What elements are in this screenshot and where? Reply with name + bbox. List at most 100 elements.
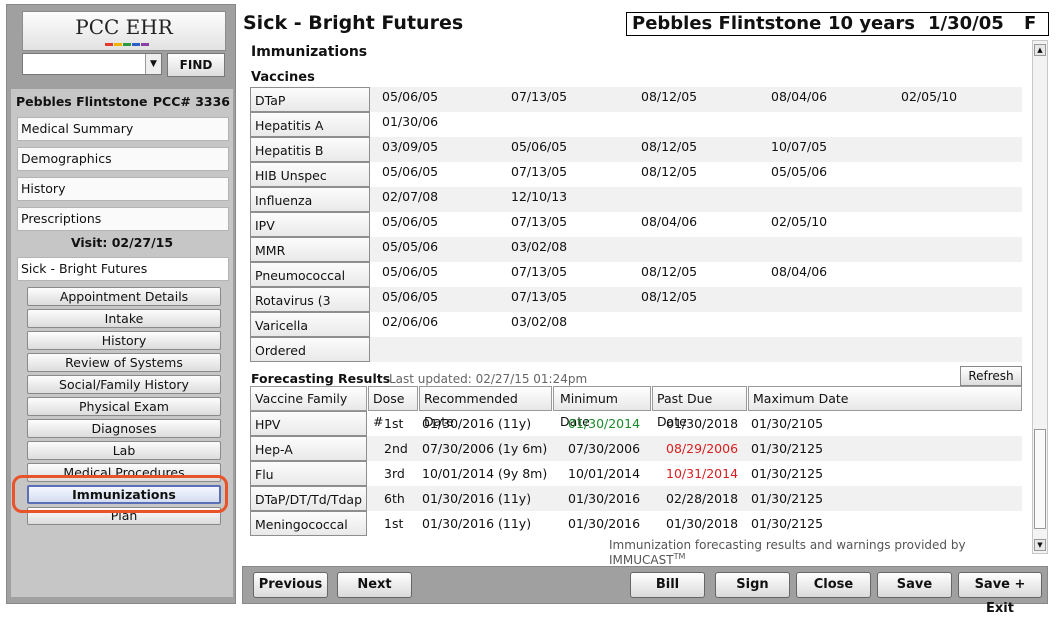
subnav-appointment-details[interactable]: Appointment Details	[27, 287, 221, 306]
vaccine-name-button[interactable]: HIB Unspec	[250, 162, 370, 187]
vaccine-name-button[interactable]: Varicella	[250, 312, 370, 337]
forecast-recommended-date: 07/30/2006 (1y 6m)	[422, 441, 548, 456]
vaccine-date[interactable]: 12/10/13	[511, 187, 567, 207]
forecast-vaccine-family-button[interactable]: DTaP/DT/Td/Tdap	[250, 486, 367, 511]
patient-pcc-number: PCC# 3336	[152, 94, 230, 109]
close-button[interactable]: Close	[796, 572, 871, 598]
vaccine-name-button[interactable]: MMR	[250, 237, 370, 262]
subnav-plan[interactable]: Plan	[27, 507, 221, 525]
vaccine-date[interactable]: 08/12/05	[641, 162, 697, 182]
vaccine-date[interactable]: 07/13/05	[511, 162, 567, 182]
vaccine-date[interactable]: 07/13/05	[511, 262, 567, 282]
dropdown-arrow-icon[interactable]: ▼	[145, 54, 161, 74]
vaccine-name-button[interactable]: Ordered	[250, 337, 370, 362]
subnav-lab[interactable]: Lab	[27, 441, 221, 460]
vaccine-date[interactable]: 07/13/05	[511, 212, 567, 232]
vaccine-date[interactable]: 05/06/05	[382, 162, 438, 182]
nav-medical-summary[interactable]: Medical Summary	[17, 117, 229, 141]
subnav-immunizations[interactable]: Immunizations	[27, 485, 221, 504]
nav-prescriptions[interactable]: Prescriptions	[17, 207, 229, 231]
nav-history[interactable]: History	[17, 177, 229, 201]
column-header-past-due-date[interactable]: Past Due Date	[652, 386, 747, 429]
vaccine-name-button[interactable]: Pneumococcal	[250, 262, 370, 287]
vaccine-date[interactable]: 10/07/05	[771, 137, 827, 157]
vaccine-date[interactable]: 03/02/08	[511, 312, 567, 332]
subnav-diagnoses[interactable]: Diagnoses	[27, 419, 221, 438]
vaccine-date[interactable]: 02/05/10	[901, 87, 957, 107]
vaccine-row: Hepatitis B 03/09/05 05/06/05 08/12/05 10/07…	[250, 137, 1022, 162]
banner-patient-dob: 1/30/05	[928, 13, 1004, 34]
vaccine-date[interactable]: 02/07/08	[382, 187, 438, 207]
vaccine-date[interactable]: 02/06/06	[382, 312, 438, 332]
visit-name[interactable]: Sick - Bright Futures	[17, 257, 229, 281]
vaccine-date[interactable]: 05/05/06	[382, 237, 438, 257]
vaccine-date[interactable]: 05/06/05	[382, 287, 438, 307]
bill-button[interactable]: Bill	[630, 572, 705, 598]
column-header-minimum-date[interactable]: Minimum Date	[553, 386, 651, 429]
forecast-past-due-date: 02/28/2018	[666, 491, 739, 506]
vaccine-date[interactable]: 05/05/06	[771, 162, 827, 182]
nav-demographics[interactable]: Demographics	[17, 147, 229, 171]
vaccine-date[interactable]: 08/04/06	[771, 262, 827, 282]
forecast-vaccine-family-button[interactable]: Hep-A	[250, 436, 367, 461]
vaccine-row: IPV 05/06/05 07/13/05 08/04/06 02/05/10	[250, 212, 1022, 237]
column-header-vaccine-family[interactable]: Vaccine Family	[250, 386, 367, 411]
vertical-scrollbar[interactable]: ▲ ▼	[1032, 40, 1048, 554]
vaccine-name-button[interactable]: Hepatitis B	[250, 137, 370, 162]
vaccine-date[interactable]: 08/04/06	[771, 87, 827, 107]
vaccine-name-button[interactable]: IPV	[250, 212, 370, 237]
visit-title: Visit: 02/27/15	[70, 235, 174, 250]
column-header-maximum-date[interactable]: Maximum Date	[748, 386, 1022, 411]
save-button[interactable]: Save	[877, 572, 952, 598]
subnav-review-of-systems[interactable]: Review of Systems	[27, 353, 221, 372]
forecast-vaccine-family-button[interactable]: Meningococcal	[250, 511, 367, 536]
forecast-vaccine-family-button[interactable]: Flu	[250, 461, 367, 486]
patient-search-select[interactable]: ▼	[22, 53, 162, 75]
subnav-medical-procedures[interactable]: Medical Procedures	[27, 463, 221, 482]
forecast-row: HPV 1st 01/30/2016 (11y) 01/30/2014 01/30/20…	[250, 411, 1022, 436]
sign-button[interactable]: Sign	[715, 572, 790, 598]
scroll-up-icon[interactable]: ▲	[1034, 44, 1046, 56]
patient-panel: Pebbles Flintstone PCC# 3336 Medical Sum…	[11, 89, 233, 597]
vaccine-date[interactable]: 05/06/05	[382, 262, 438, 282]
vaccine-name-button[interactable]: Influenza	[250, 187, 370, 212]
subnav-physical-exam[interactable]: Physical Exam	[27, 397, 221, 416]
column-header-dose[interactable]: Dose #	[368, 386, 418, 429]
vaccine-date[interactable]: 08/12/05	[641, 262, 697, 282]
vaccine-date[interactable]: 08/04/06	[641, 212, 697, 232]
vaccine-row: Ordered	[250, 337, 1022, 362]
forecast-vaccine-family-button[interactable]: HPV	[250, 411, 367, 436]
vaccine-date[interactable]: 08/12/05	[641, 287, 697, 307]
vaccine-date[interactable]: 07/13/05	[511, 87, 567, 107]
vaccine-date[interactable]: 08/12/05	[641, 87, 697, 107]
vaccine-date[interactable]: 07/13/05	[511, 287, 567, 307]
vaccine-date[interactable]: 08/12/05	[641, 137, 697, 157]
vaccine-date[interactable]: 02/05/10	[771, 212, 827, 232]
save-exit-button[interactable]: Save + Exit	[958, 572, 1042, 616]
find-button[interactable]: FIND	[167, 53, 225, 77]
subnav-social-family-history[interactable]: Social/Family History	[27, 375, 221, 394]
vaccine-date[interactable]: 01/30/06	[382, 112, 438, 132]
vaccine-name-button[interactable]: Rotavirus (3 dose)	[250, 287, 370, 333]
column-header-recommended-date[interactable]: Recommended Date	[419, 386, 552, 429]
forecast-past-due-date: 01/30/2018	[666, 516, 739, 531]
vaccine-name-button[interactable]: Hepatitis A	[250, 112, 370, 137]
forecasting-last-updated: Last updated: 02/27/15 01:24pm	[389, 372, 588, 386]
forecast-recommended-date: 01/30/2016 (11y)	[422, 416, 532, 431]
vaccine-date[interactable]: 05/06/05	[382, 212, 438, 232]
forecast-recommended-date: 10/01/2014 (9y 8m)	[422, 466, 548, 481]
refresh-button[interactable]: Refresh	[960, 366, 1022, 386]
subnav-intake[interactable]: Intake	[27, 309, 221, 328]
vaccine-date[interactable]: 05/06/05	[511, 137, 567, 157]
vaccine-date[interactable]: 03/02/08	[511, 237, 567, 257]
app-logo: PCC EHR	[22, 11, 226, 51]
vaccine-date[interactable]: 05/06/05	[382, 87, 438, 107]
next-button[interactable]: Next	[337, 572, 412, 598]
subnav-history[interactable]: History	[27, 331, 221, 350]
scroll-thumb[interactable]	[1034, 429, 1046, 529]
sidebar: PCC EHR ▼ FIND Pebbles Flintstone PCC# 3…	[6, 4, 236, 604]
scroll-down-icon[interactable]: ▼	[1034, 539, 1046, 551]
previous-button[interactable]: Previous	[253, 572, 328, 598]
vaccine-date[interactable]: 03/09/05	[382, 137, 438, 157]
vaccine-name-button[interactable]: DTaP	[250, 87, 370, 112]
